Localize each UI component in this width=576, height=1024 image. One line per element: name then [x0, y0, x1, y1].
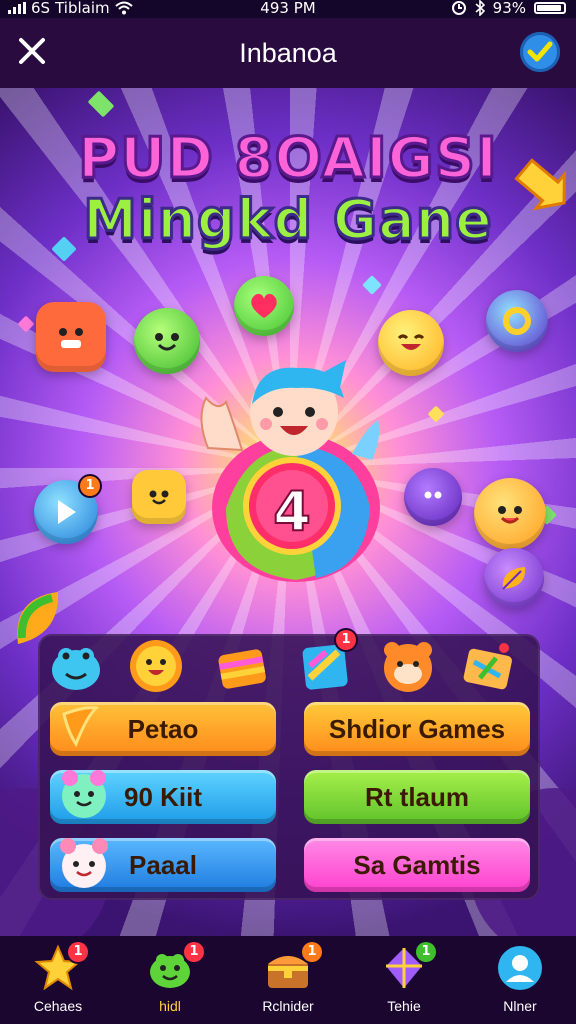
game-title-line1: PUD 8OAIGSI	[77, 125, 499, 193]
menu-button-90-kiit[interactable]: 90 Kiit	[50, 770, 276, 824]
menu-button-label: Petao	[127, 713, 199, 744]
treasure-map-icon[interactable]	[460, 638, 516, 694]
menu-button-label: 90 Kiit	[123, 781, 203, 812]
gift-box-icon[interactable]	[214, 638, 270, 694]
title-bar: Inbanoa	[0, 18, 576, 88]
status-bar: 6S Tiblaim 493 PM 93%	[0, 0, 576, 18]
orange-bear-icon[interactable]	[380, 638, 436, 694]
notification-badge: 1	[302, 942, 322, 962]
menu-button-petao[interactable]: Petao	[50, 702, 276, 756]
red-bear-icon	[36, 302, 106, 372]
boomerang-icon	[62, 706, 100, 748]
nav-item-nlner[interactable]: Nlner	[472, 936, 568, 1024]
heart-bubble-icon	[234, 276, 294, 336]
teal-critter-icon	[62, 770, 106, 818]
battery-icon	[534, 2, 566, 14]
confirm-button[interactable]	[520, 32, 560, 72]
menu-button-rt-tlaum[interactable]: Rt tlaum	[304, 770, 530, 824]
bluetooth-icon	[475, 0, 485, 16]
nav-label: Tehie	[387, 998, 421, 1014]
nav-item-tehie[interactable]: 1 Tehie	[356, 936, 452, 1024]
menu-button-sa-gamtis[interactable]: Sa Gamtis	[304, 838, 530, 892]
play-bubble-icon: 1	[34, 476, 100, 544]
yellow-arrow-icon	[514, 158, 566, 211]
menu-button-paaal[interactable]: Paaal	[50, 838, 276, 892]
leaf-bubble-icon	[484, 548, 544, 608]
status-right: 93%	[451, 0, 566, 16]
nav-item-cehaes[interactable]: 1 Cehaes	[10, 936, 106, 1024]
notification-badge: 1	[184, 942, 204, 962]
menu-button-shdior-games[interactable]: Shdior Games	[304, 702, 530, 756]
purple-blob-icon	[404, 468, 462, 526]
battery-percent: 93%	[492, 0, 526, 17]
sun-character-icon[interactable]	[128, 638, 184, 694]
nav-label: Cehaes	[33, 998, 83, 1014]
bottom-nav: 1 Cehaes 1 hidl 1 Rclnider 1 Tehie Nlner	[0, 936, 576, 1024]
nav-label: Rclnider	[262, 998, 314, 1014]
menu-button-label: Shdior Games	[328, 713, 506, 744]
game-title-line2: Mingkd Gane	[82, 187, 494, 253]
menu-button-label: Sa Gamtis	[353, 849, 481, 880]
notification-badge: 1	[80, 476, 100, 496]
notification-badge: 1	[416, 942, 436, 962]
nav-item-rclnider[interactable]: 1 Rclnider	[240, 936, 336, 1024]
ring-bubble-icon	[486, 290, 548, 352]
icon-row: 1	[38, 630, 540, 698]
game-menu-panel: 1 Petao Shdior Games 90 Kiit Rt tlaum Pa…	[38, 630, 540, 900]
orange-cat-icon	[474, 478, 546, 550]
alarm-icon	[451, 1, 466, 15]
checkmark-icon	[527, 41, 553, 62]
center-number: 4	[272, 479, 312, 544]
nav-label: Nlner	[503, 998, 537, 1014]
notification-badge: 1	[68, 942, 88, 962]
game-app: 6S Tiblaim 493 PM 93% Inbanoa PUD 8OAIGS…	[0, 0, 576, 1024]
page-title: Inbanoa	[239, 38, 337, 68]
pink-bunny-icon	[60, 838, 108, 888]
yellow-bear-icon	[132, 470, 186, 524]
menu-button-label: Rt tlaum	[365, 781, 469, 812]
nav-label: hidl	[159, 998, 181, 1014]
profile-icon	[498, 946, 542, 990]
menu-button-label: Paaal	[129, 849, 197, 880]
blue-frog-icon[interactable]	[48, 638, 104, 694]
notification-badge: 1	[336, 630, 356, 650]
nav-item-hidl[interactable]: 1 hidl	[122, 936, 218, 1024]
main-character	[200, 360, 380, 582]
